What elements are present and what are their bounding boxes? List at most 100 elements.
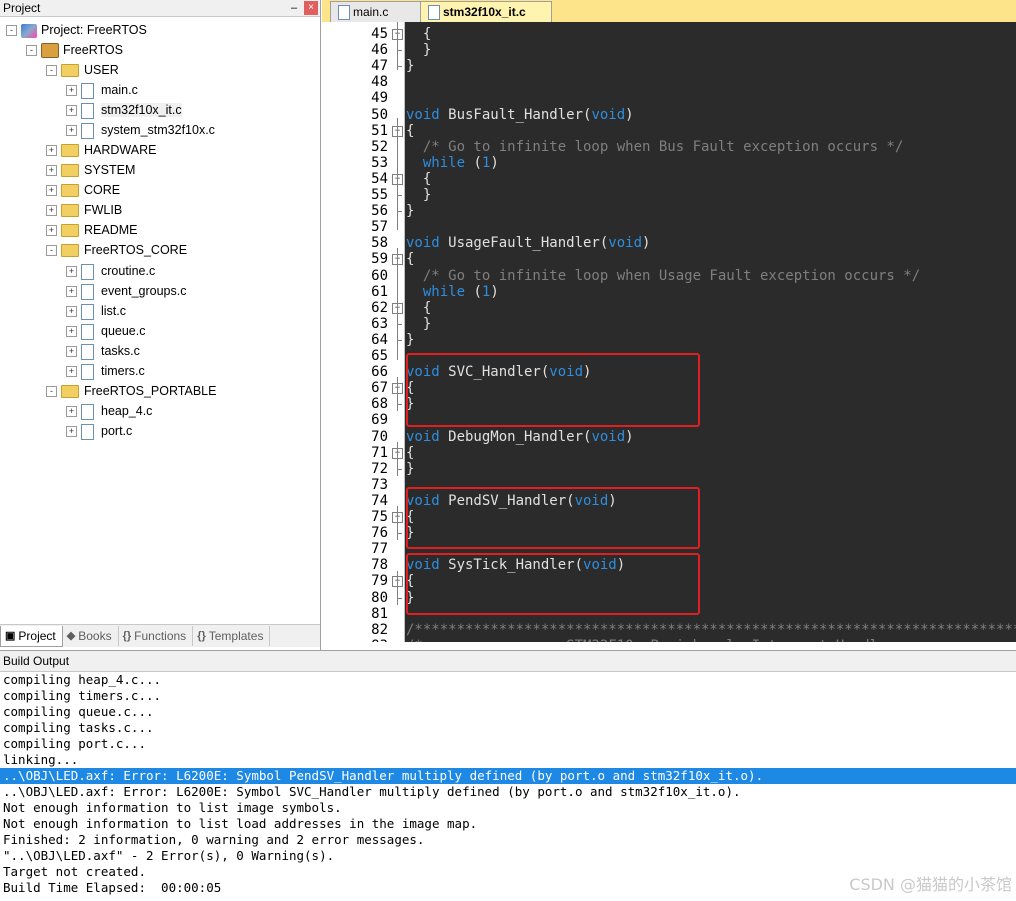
build-output-line[interactable]: Finished: 2 information, 0 warning and 2… <box>0 832 1016 848</box>
code-line[interactable]: } <box>406 58 414 74</box>
tab-main-c[interactable]: main.c <box>330 1 422 22</box>
code-line[interactable]: { <box>406 26 431 42</box>
tree-item[interactable]: + SYSTEM <box>46 160 135 180</box>
expand-icon[interactable]: + <box>66 326 77 338</box>
tree-item[interactable]: + timers.c <box>66 361 145 381</box>
code-line[interactable]: { <box>406 445 414 461</box>
tree-item[interactable]: - USER <box>46 60 119 80</box>
tree-item[interactable]: + CORE <box>46 180 120 200</box>
tree-item[interactable]: + port.c <box>66 421 132 441</box>
expand-icon[interactable]: + <box>66 85 77 97</box>
build-output-line[interactable]: linking... <box>0 752 1016 768</box>
tree-item[interactable]: + list.c <box>66 301 126 321</box>
code-line[interactable]: while (1) <box>406 284 499 300</box>
tree-item[interactable]: - Project: FreeRTOS <box>6 20 147 40</box>
code-line[interactable]: { <box>406 300 431 316</box>
expand-icon[interactable]: + <box>66 426 77 438</box>
build-output-line[interactable]: compiling port.c... <box>0 736 1016 752</box>
code-line[interactable]: } <box>406 187 431 203</box>
build-output-line[interactable]: compiling queue.c... <box>0 704 1016 720</box>
tree-item[interactable]: + system_stm32f10x.c <box>66 120 215 140</box>
code-line[interactable]: { <box>406 123 414 139</box>
expand-icon[interactable]: + <box>66 366 77 378</box>
code-line[interactable]: while (1) <box>406 155 499 171</box>
code-line[interactable]: /***************************************… <box>406 622 1016 638</box>
expand-icon[interactable]: + <box>46 205 57 217</box>
tree-item[interactable]: + FWLIB <box>46 200 122 220</box>
code-editor[interactable]: 45 46 47 48 49 50 51 52 53 54 55 56 57 58 59 60 61 62 63 64… <box>326 22 1016 642</box>
build-output-line[interactable]: compiling timers.c... <box>0 688 1016 704</box>
line-number: 53 <box>371 154 388 171</box>
build-output-line[interactable]: ..\OBJ\LED.axf: Error: L6200E: Symbol Pe… <box>0 768 1016 784</box>
expand-icon[interactable]: + <box>66 406 77 418</box>
code-line[interactable]: { <box>406 251 414 267</box>
code-line[interactable]: void BusFault_Handler(void) <box>406 107 634 123</box>
code-line[interactable]: void DebugMon_Handler(void) <box>406 429 634 445</box>
collapse-icon[interactable]: - <box>46 245 57 257</box>
tree-item[interactable]: + croutine.c <box>66 261 155 281</box>
expand-icon[interactable]: + <box>66 105 77 117</box>
tree-item[interactable]: + queue.c <box>66 321 145 341</box>
code-line[interactable]: } <box>406 42 431 58</box>
expand-icon[interactable]: + <box>46 225 57 237</box>
tree-item[interactable]: + event_groups.c <box>66 281 186 301</box>
code-line[interactable]: } <box>406 203 414 219</box>
build-output-line[interactable]: compiling tasks.c... <box>0 720 1016 736</box>
expand-icon[interactable]: + <box>46 145 57 157</box>
code-line[interactable]: } <box>406 332 414 348</box>
expand-icon[interactable]: + <box>66 346 77 358</box>
tree-item[interactable]: + tasks.c <box>66 341 140 361</box>
tree-item[interactable]: + README <box>46 220 137 240</box>
tab-functions[interactable]: {} Functions <box>119 626 194 646</box>
collapse-icon[interactable]: - <box>6 25 17 37</box>
tree-item-label: timers.c <box>101 364 145 378</box>
code-line[interactable]: void UsageFault_Handler(void) <box>406 235 650 251</box>
build-output-line[interactable]: "..\OBJ\LED.axf" - 2 Error(s), 0 Warning… <box>0 848 1016 864</box>
fold-guide <box>397 118 398 230</box>
expand-icon[interactable]: + <box>66 286 77 298</box>
tree-item[interactable]: - FreeRTOS_PORTABLE <box>46 381 216 401</box>
expand-icon[interactable]: + <box>66 266 77 278</box>
tab-project[interactable]: ▣ Project <box>0 625 63 647</box>
code-line[interactable]: } <box>406 461 414 477</box>
tab-templates[interactable]: {} Templates <box>193 626 271 646</box>
pin-icon[interactable]: ‒ <box>286 2 302 14</box>
tree-item[interactable]: + heap_4.c <box>66 401 152 421</box>
collapse-icon[interactable]: - <box>46 65 57 77</box>
code-line[interactable]: /* Go to infinite loop when Usage Fault … <box>406 268 920 284</box>
close-icon[interactable]: × <box>304 1 318 15</box>
build-output-title: Build Output <box>0 650 1016 672</box>
code-line[interactable]: /* Go to infinite loop when Bus Fault ex… <box>406 139 903 155</box>
expand-icon[interactable]: + <box>46 185 57 197</box>
folder-icon <box>61 164 79 178</box>
tree-item[interactable]: - FreeRTOS <box>26 40 123 60</box>
highlight-svc-handler <box>406 353 700 427</box>
tab-books[interactable]: ◆ Books <box>63 626 119 646</box>
line-number: 46 <box>371 42 388 59</box>
line-number: 64 <box>371 331 388 348</box>
build-output-line[interactable]: Not enough information to list load addr… <box>0 816 1016 832</box>
collapse-icon[interactable]: - <box>46 386 57 398</box>
code-line[interactable]: } <box>406 316 431 332</box>
file-icon <box>81 102 94 119</box>
fold-guide <box>397 248 398 360</box>
expand-icon[interactable]: + <box>66 125 77 137</box>
tree-item[interactable]: - FreeRTOS_CORE <box>46 240 187 260</box>
code-line[interactable]: { <box>406 171 431 187</box>
build-output-text[interactable]: compiling heap_4.c... compiling timers.c.… <box>0 672 1016 896</box>
code-area[interactable]: { }} void BusFault_Handler(void){ /* Go t… <box>406 22 1016 642</box>
tree-item[interactable]: + stm32f10x_it.c <box>66 100 182 120</box>
expand-icon[interactable]: + <box>46 165 57 177</box>
build-output-line[interactable]: Not enough information to list image sym… <box>0 800 1016 816</box>
tree-item[interactable]: + main.c <box>66 80 138 100</box>
build-output-line[interactable]: ..\OBJ\LED.axf: Error: L6200E: Symbol SV… <box>0 784 1016 800</box>
tab-stm32f10x-it-c[interactable]: stm32f10x_it.c <box>420 1 552 22</box>
project-panel-tabs: ▣ Project ◆ Books{} Functions{} Templates <box>0 624 320 647</box>
project-panel-title: Project <box>3 1 41 15</box>
build-output-line[interactable]: compiling heap_4.c... <box>0 672 1016 688</box>
tree-item[interactable]: + HARDWARE <box>46 140 156 160</box>
code-line[interactable]: /* STM32F10x Peripherals Interrupt Handl… <box>406 638 903 642</box>
collapse-icon[interactable]: - <box>26 45 37 57</box>
expand-icon[interactable]: + <box>66 306 77 318</box>
line-number: 80 <box>371 589 388 606</box>
